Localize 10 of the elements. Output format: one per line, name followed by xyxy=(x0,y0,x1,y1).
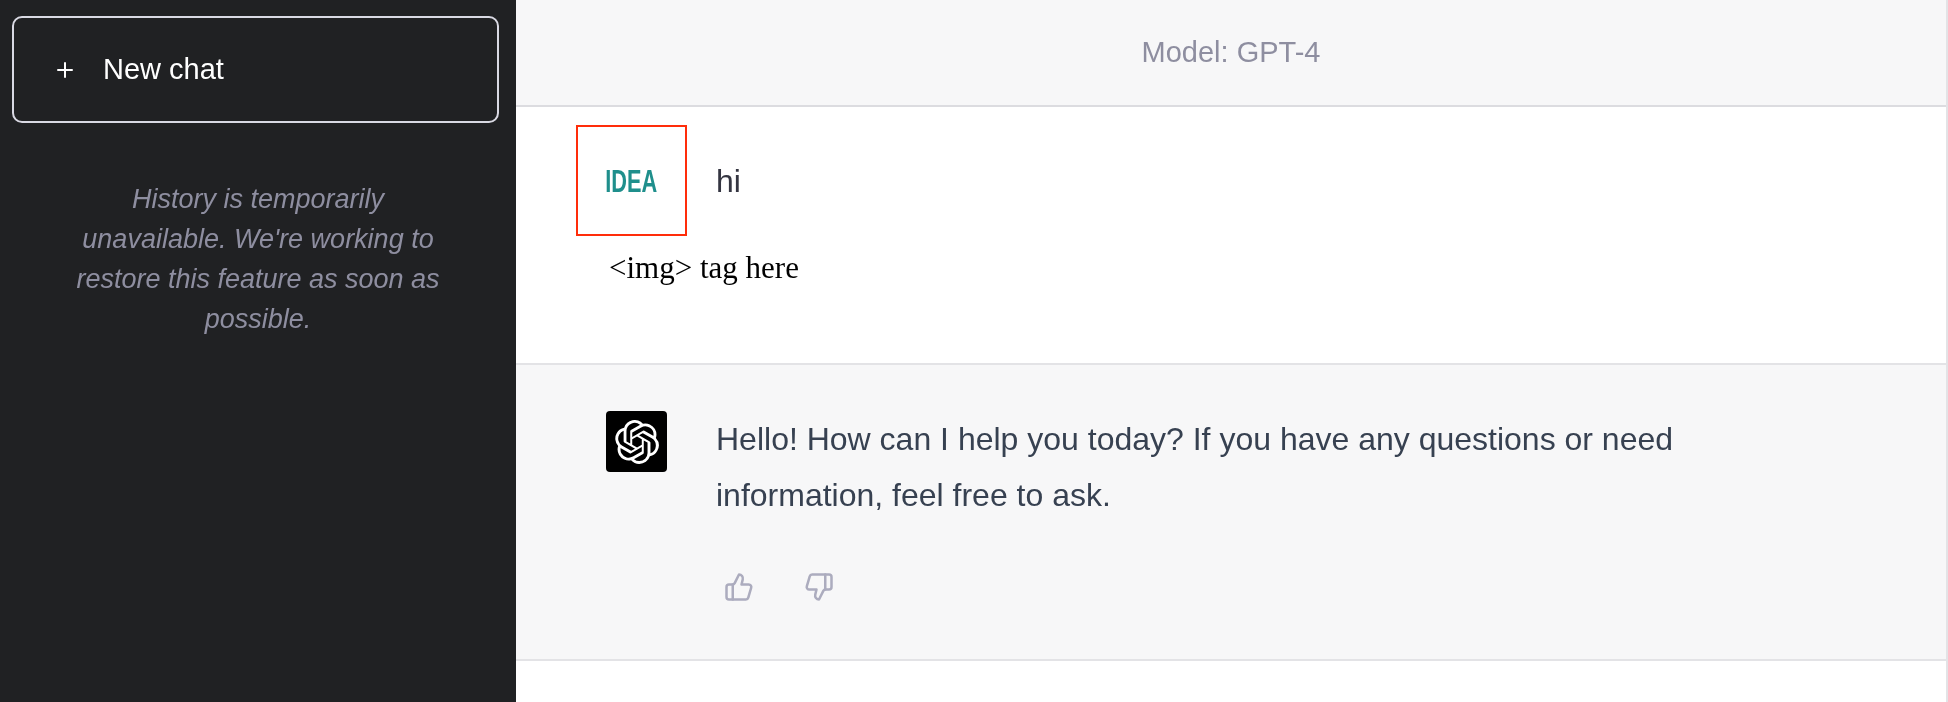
message-text: hi xyxy=(716,161,741,201)
new-chat-button[interactable]: New chat xyxy=(12,16,499,123)
message-text: Hello! How can I help you today? If you have any questions or need information, feel free to ask. xyxy=(716,420,1675,515)
history-notice-text: History is temporarily unavailable. We're working to restore this feature as soon as possible. xyxy=(75,183,441,336)
assistant-logo-icon xyxy=(606,411,667,472)
image-alt-text: <img> tag here xyxy=(609,250,799,286)
avatar-logo-text: IDEA xyxy=(605,164,658,197)
model-label: Model: GPT-4 xyxy=(1141,34,1321,70)
thumbs-down-icon xyxy=(804,572,834,602)
thumbs-up-icon xyxy=(724,572,754,602)
